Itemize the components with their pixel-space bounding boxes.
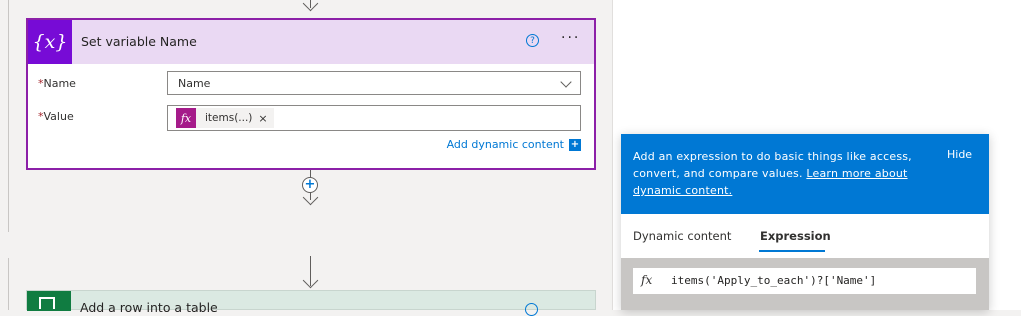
expression-input[interactable]: fx items('Apply_to_each')?['Name'] xyxy=(633,268,976,294)
name-field-label: *Name xyxy=(38,77,76,90)
flow-designer-canvas: {x} Set variable Name ? ··· *Name Name *… xyxy=(0,0,1021,316)
fx-icon: fx xyxy=(176,108,196,128)
question-circle-icon[interactable]: ? xyxy=(526,34,539,47)
remove-token-icon[interactable]: × xyxy=(258,112,273,125)
dynamic-content-panel: Add an expression to do basic things lik… xyxy=(621,134,989,310)
set-variable-action-card[interactable]: {x} Set variable Name ? ··· *Name Name *… xyxy=(26,18,596,170)
action-card-header[interactable]: {x} Set variable Name ? ··· xyxy=(28,20,594,64)
scope-border-line xyxy=(8,0,9,232)
panel-info-header: Add an expression to do basic things lik… xyxy=(621,134,989,214)
variable-icon: {x} xyxy=(28,20,72,64)
name-dropdown[interactable]: Name xyxy=(167,71,581,95)
add-dynamic-content-icon[interactable]: + xyxy=(569,139,581,151)
tab-dynamic-content[interactable]: Dynamic content xyxy=(633,229,731,243)
tab-expression[interactable]: Expression xyxy=(760,229,831,243)
expression-text[interactable]: items('Apply_to_each')?['Name'] xyxy=(671,274,876,287)
excel-icon xyxy=(27,291,71,311)
expression-editor-area: fx items('Apply_to_each')?['Name'] xyxy=(621,258,989,310)
name-dropdown-value: Name xyxy=(178,77,211,90)
token-text: items(...) xyxy=(205,112,253,124)
arrow-down-icon xyxy=(302,0,319,12)
panel-description: Add an expression to do basic things lik… xyxy=(633,148,933,199)
chevron-down-icon[interactable] xyxy=(560,76,572,88)
more-options-icon[interactable]: ··· xyxy=(561,30,580,46)
action-title[interactable]: Add a row into a table xyxy=(80,301,218,315)
value-field-label: *Value xyxy=(38,110,74,123)
active-tab-indicator xyxy=(759,250,825,252)
hide-button[interactable]: Hide xyxy=(947,148,972,161)
fx-icon: fx xyxy=(641,273,653,287)
scope-border-line xyxy=(8,258,9,310)
value-label-text: Value xyxy=(43,110,74,123)
add-row-action-card[interactable]: Add a row into a table xyxy=(26,290,596,316)
arrow-down-icon xyxy=(302,272,319,289)
arrow-down-icon xyxy=(302,189,319,206)
name-label-text: Name xyxy=(43,77,76,90)
add-dynamic-content-link[interactable]: Add dynamic content xyxy=(447,138,564,151)
expression-token[interactable]: fx items(...) × xyxy=(176,108,274,128)
value-input[interactable]: fx items(...) × xyxy=(167,105,581,131)
action-title[interactable]: Set variable Name xyxy=(81,34,197,49)
